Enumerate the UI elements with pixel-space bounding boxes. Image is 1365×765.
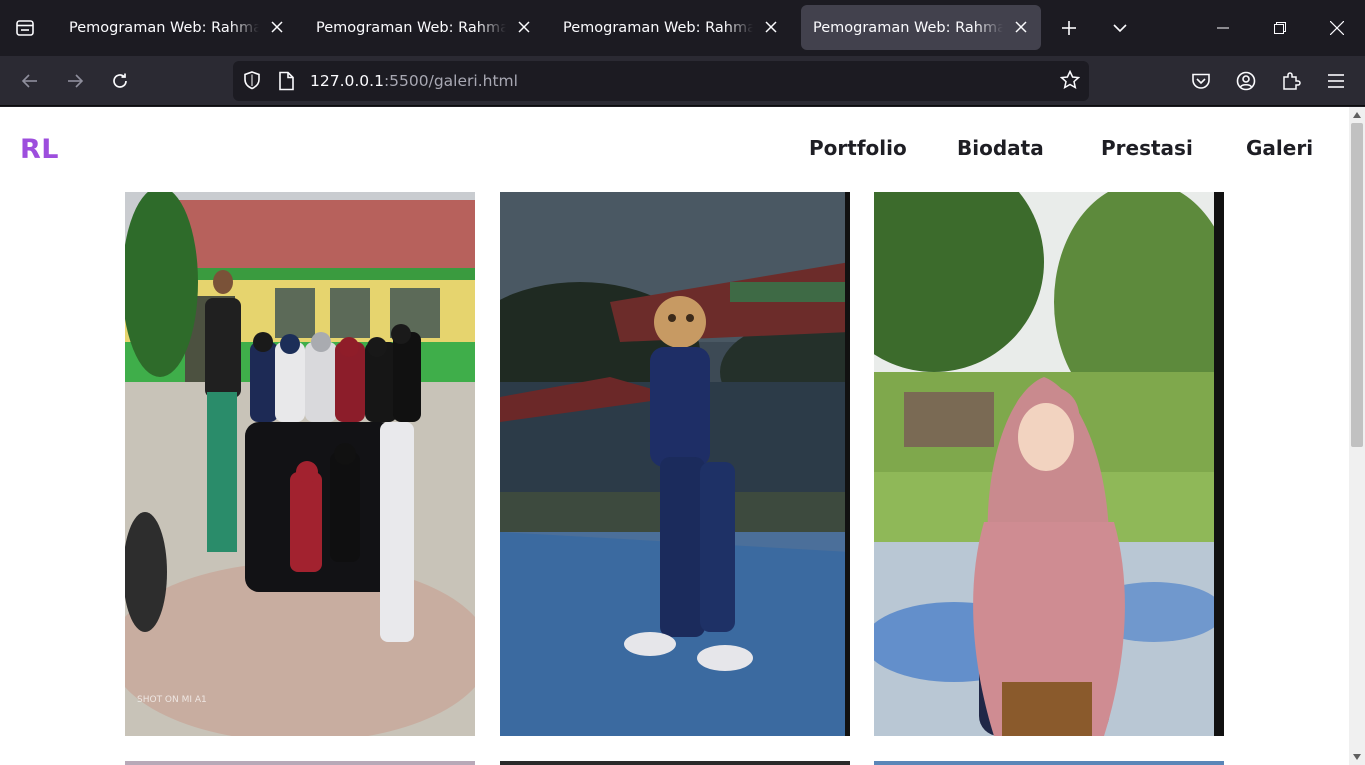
nav-link-prestasi[interactable]: Prestasi bbox=[1101, 136, 1193, 160]
close-icon bbox=[765, 21, 777, 33]
gallery-photo-row2-2[interactable] bbox=[500, 761, 850, 765]
tab-title: Pemograman Web: Rahma Lak bbox=[813, 19, 1003, 36]
close-icon bbox=[1015, 21, 1027, 33]
tab-close-button[interactable] bbox=[761, 17, 781, 37]
tab-4-active[interactable]: Pemograman Web: Rahma Lak bbox=[801, 5, 1041, 50]
reload-button[interactable] bbox=[103, 64, 137, 98]
hijab-photo-image bbox=[874, 192, 1224, 736]
chevron-down-icon bbox=[1113, 24, 1127, 33]
list-all-tabs-button[interactable] bbox=[1104, 12, 1136, 44]
gallery-photo-group[interactable]: SHOT ON MI A1 bbox=[125, 192, 475, 736]
extensions-button[interactable] bbox=[1274, 64, 1308, 98]
restore-button[interactable] bbox=[1257, 8, 1303, 48]
minimize-icon bbox=[1217, 27, 1229, 29]
nav-link-biodata[interactable]: Biodata bbox=[957, 136, 1044, 160]
reload-icon bbox=[113, 73, 127, 88]
close-icon bbox=[271, 21, 283, 33]
page-scrollbar[interactable] bbox=[1349, 107, 1365, 765]
new-tab-button[interactable] bbox=[1053, 12, 1085, 44]
caret-down-icon bbox=[1353, 754, 1361, 760]
close-icon bbox=[1330, 21, 1344, 35]
restore-icon bbox=[1274, 22, 1286, 34]
tab-title: Pemograman Web: Rahma Lak bbox=[316, 19, 506, 36]
svg-text:SHOT ON MI A1: SHOT ON MI A1 bbox=[137, 695, 207, 705]
tab-strip: Pemograman Web: Rahma Lak Pemograman Web… bbox=[0, 0, 1365, 56]
account-button[interactable] bbox=[1229, 64, 1263, 98]
close-icon bbox=[518, 21, 530, 33]
minimize-button[interactable] bbox=[1200, 8, 1246, 48]
back-button[interactable] bbox=[13, 64, 47, 98]
firefox-view-button[interactable] bbox=[6, 9, 44, 47]
arrow-right-icon bbox=[68, 74, 84, 88]
pocket-button[interactable] bbox=[1184, 64, 1218, 98]
scrollbar-thumb[interactable] bbox=[1351, 123, 1363, 447]
firefox-view-icon bbox=[16, 20, 34, 36]
gallery-photo-row2-1[interactable] bbox=[125, 761, 475, 765]
walking-photo-image bbox=[500, 192, 850, 736]
bookmark-star-icon[interactable] bbox=[1059, 69, 1081, 94]
plus-icon bbox=[1062, 21, 1076, 35]
url-bar[interactable]: 127.0.0.1:5500/galeri.html bbox=[233, 61, 1089, 101]
forward-button[interactable] bbox=[58, 64, 92, 98]
nav-link-galeri[interactable]: Galeri bbox=[1246, 136, 1313, 160]
app-menu-button[interactable] bbox=[1319, 64, 1353, 98]
scroll-down-button[interactable] bbox=[1349, 749, 1365, 765]
gallery-photo-walking[interactable] bbox=[500, 192, 850, 736]
gallery-photo-row2-3[interactable] bbox=[874, 761, 1224, 765]
site-logo[interactable]: RL bbox=[20, 134, 59, 165]
account-icon bbox=[1236, 71, 1256, 91]
tab-close-button[interactable] bbox=[514, 17, 534, 37]
scroll-up-button[interactable] bbox=[1349, 107, 1365, 123]
tab-close-button[interactable] bbox=[267, 17, 287, 37]
url-text[interactable]: 127.0.0.1:5500/galeri.html bbox=[310, 72, 518, 90]
tab-1[interactable]: Pemograman Web: Rahma Lak bbox=[57, 5, 297, 50]
tab-2[interactable]: Pemograman Web: Rahma Lak bbox=[304, 5, 544, 50]
tab-title: Pemograman Web: Rahma Lak bbox=[69, 19, 259, 36]
puzzle-piece-icon bbox=[1283, 72, 1301, 90]
navigation-toolbar: 127.0.0.1:5500/galeri.html bbox=[0, 56, 1365, 106]
page-info-icon[interactable] bbox=[277, 71, 295, 95]
hamburger-menu-icon bbox=[1328, 74, 1344, 88]
tab-close-button[interactable] bbox=[1011, 17, 1031, 37]
gallery-photo-hijab[interactable] bbox=[874, 192, 1224, 736]
caret-up-icon bbox=[1353, 112, 1361, 118]
arrow-left-icon bbox=[21, 74, 37, 88]
url-path: :5500/galeri.html bbox=[383, 72, 518, 90]
group-photo-image: SHOT ON MI A1 bbox=[125, 192, 475, 736]
url-host: 127.0.0.1 bbox=[310, 72, 384, 90]
nav-link-portfolio[interactable]: Portfolio bbox=[809, 136, 907, 160]
pocket-icon bbox=[1192, 73, 1210, 89]
tracking-protection-icon[interactable] bbox=[242, 70, 262, 94]
page-viewport: RL Portfolio Biodata Prestasi Galeri SHO… bbox=[0, 107, 1349, 765]
close-window-button[interactable] bbox=[1314, 8, 1360, 48]
tab-3[interactable]: Pemograman Web: Rahma Lak bbox=[551, 5, 791, 50]
tab-title: Pemograman Web: Rahma Lak bbox=[563, 19, 753, 36]
